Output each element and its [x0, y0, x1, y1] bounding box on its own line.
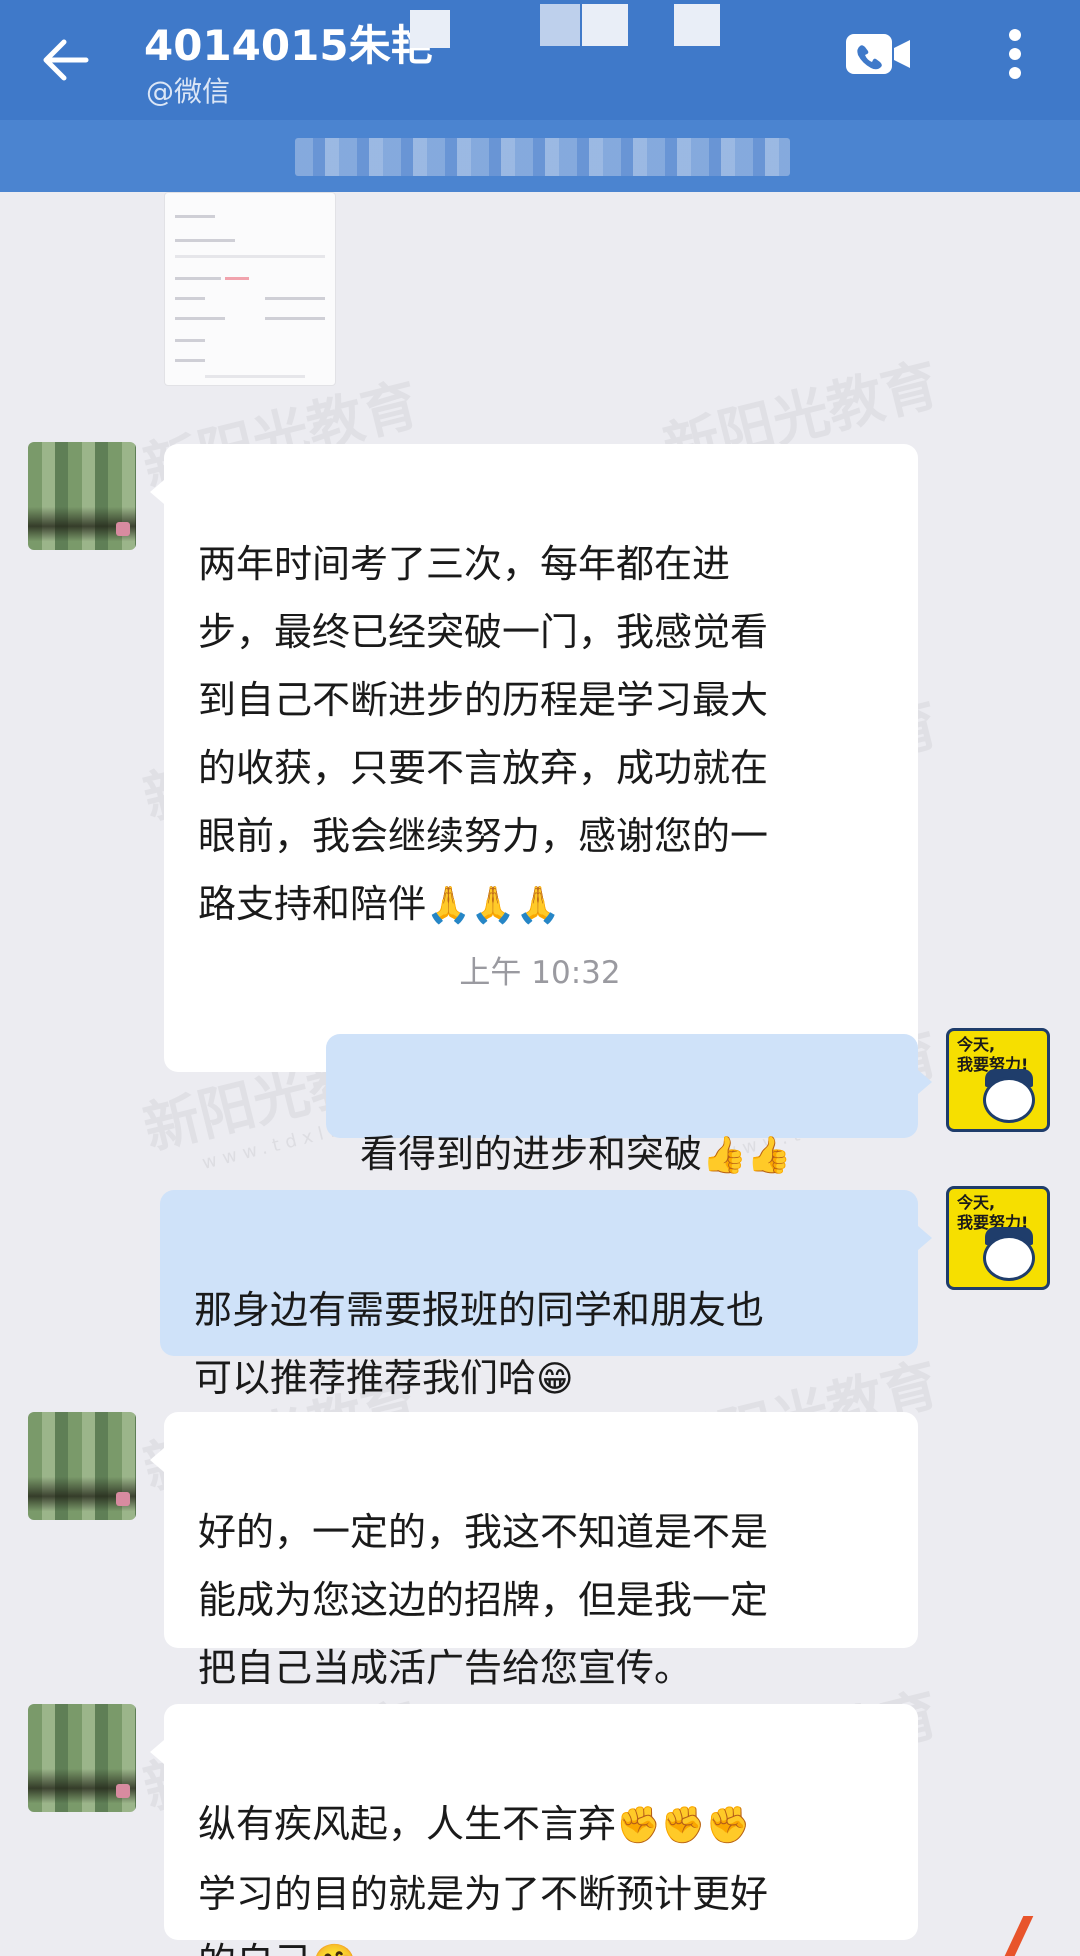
thumbs-up-emoji-icon: 👍👍 [702, 1135, 792, 1176]
message-bubble-outgoing[interactable]: 那身边有需要报班的同学和朋友也 可以推荐推荐我们哈😁 [160, 1190, 932, 1400]
message-timestamp: 上午 10:32 [459, 955, 621, 991]
message-bubble-incoming[interactable]: 纵有疾风起，人生不言弃✊✊✊ 学习的目的就是为了不断预计更好 的自己🤗 [150, 1704, 918, 1956]
chat-screen: 4014015朱艳 @微信 新阳光教育 新阳光教育 新阳光教育 新阳光教育 新阳… [0, 0, 1080, 1956]
contact-avatar[interactable] [28, 1704, 136, 1812]
contact-avatar[interactable] [28, 1412, 136, 1520]
notice-bar [0, 120, 1080, 192]
chat-subtitle: @微信 [146, 75, 231, 108]
message-text: 学习的目的就是为了不断预计更好 的自己 [198, 1872, 769, 1956]
sticker-avatar-icon[interactable]: 今天, 我要努力! [946, 1186, 1050, 1290]
arrow-left-icon[interactable] [36, 30, 96, 90]
grin-emoji-icon: 😁 [536, 1359, 574, 1400]
contact-avatar[interactable] [28, 442, 136, 550]
redacted-block [410, 10, 450, 48]
notice-text-redacted [295, 138, 790, 176]
message-text: 好的，一定的，我这不知道是不是 能成为您这边的招牌，但是我一定 把自己当成活广告… [198, 1510, 769, 1690]
message-bubble-outgoing[interactable]: 看得到的进步和突破👍👍 [326, 1034, 932, 1176]
video-call-icon[interactable] [846, 32, 912, 76]
sticker-avatar-icon[interactable]: 今天, 我要努力! [946, 1028, 1050, 1132]
chat-title: 4014015朱艳 [144, 21, 433, 70]
message-text: 那身边有需要报班的同学和朋友也 可以推荐推荐我们哈 [194, 1288, 765, 1400]
redacted-block [582, 4, 628, 46]
message-list[interactable]: 新阳光教育 新阳光教育 新阳光教育 新阳光教育 新阳光教育 新阳光教育 新阳光教… [0, 192, 1080, 1956]
pray-emoji-icon: 🙏🙏🙏 [426, 885, 561, 926]
message-bubble-incoming[interactable]: 好的，一定的，我这不知道是不是 能成为您这边的招牌，但是我一定 把自己当成活广告… [150, 1412, 918, 1690]
fist-emoji-icon: ✊✊✊ [616, 1805, 751, 1846]
more-vert-icon[interactable] [1000, 22, 1030, 88]
redacted-block [674, 4, 720, 46]
message-text: 看得到的进步和突破 [360, 1132, 703, 1176]
redacted-block [540, 4, 580, 46]
top-app-bar: 4014015朱艳 @微信 [0, 0, 1080, 120]
message-text: 两年时间考了三次，每年都在进 步，最终已经突破一门，我感觉看 到自己不断进步的历… [198, 542, 769, 926]
image-thumbnail[interactable] [164, 192, 336, 386]
hug-emoji-icon: 🤗 [312, 1943, 357, 1956]
corner-decoration [1004, 1916, 1070, 1956]
message-text: 纵有疾风起，人生不言弃 [198, 1802, 617, 1846]
